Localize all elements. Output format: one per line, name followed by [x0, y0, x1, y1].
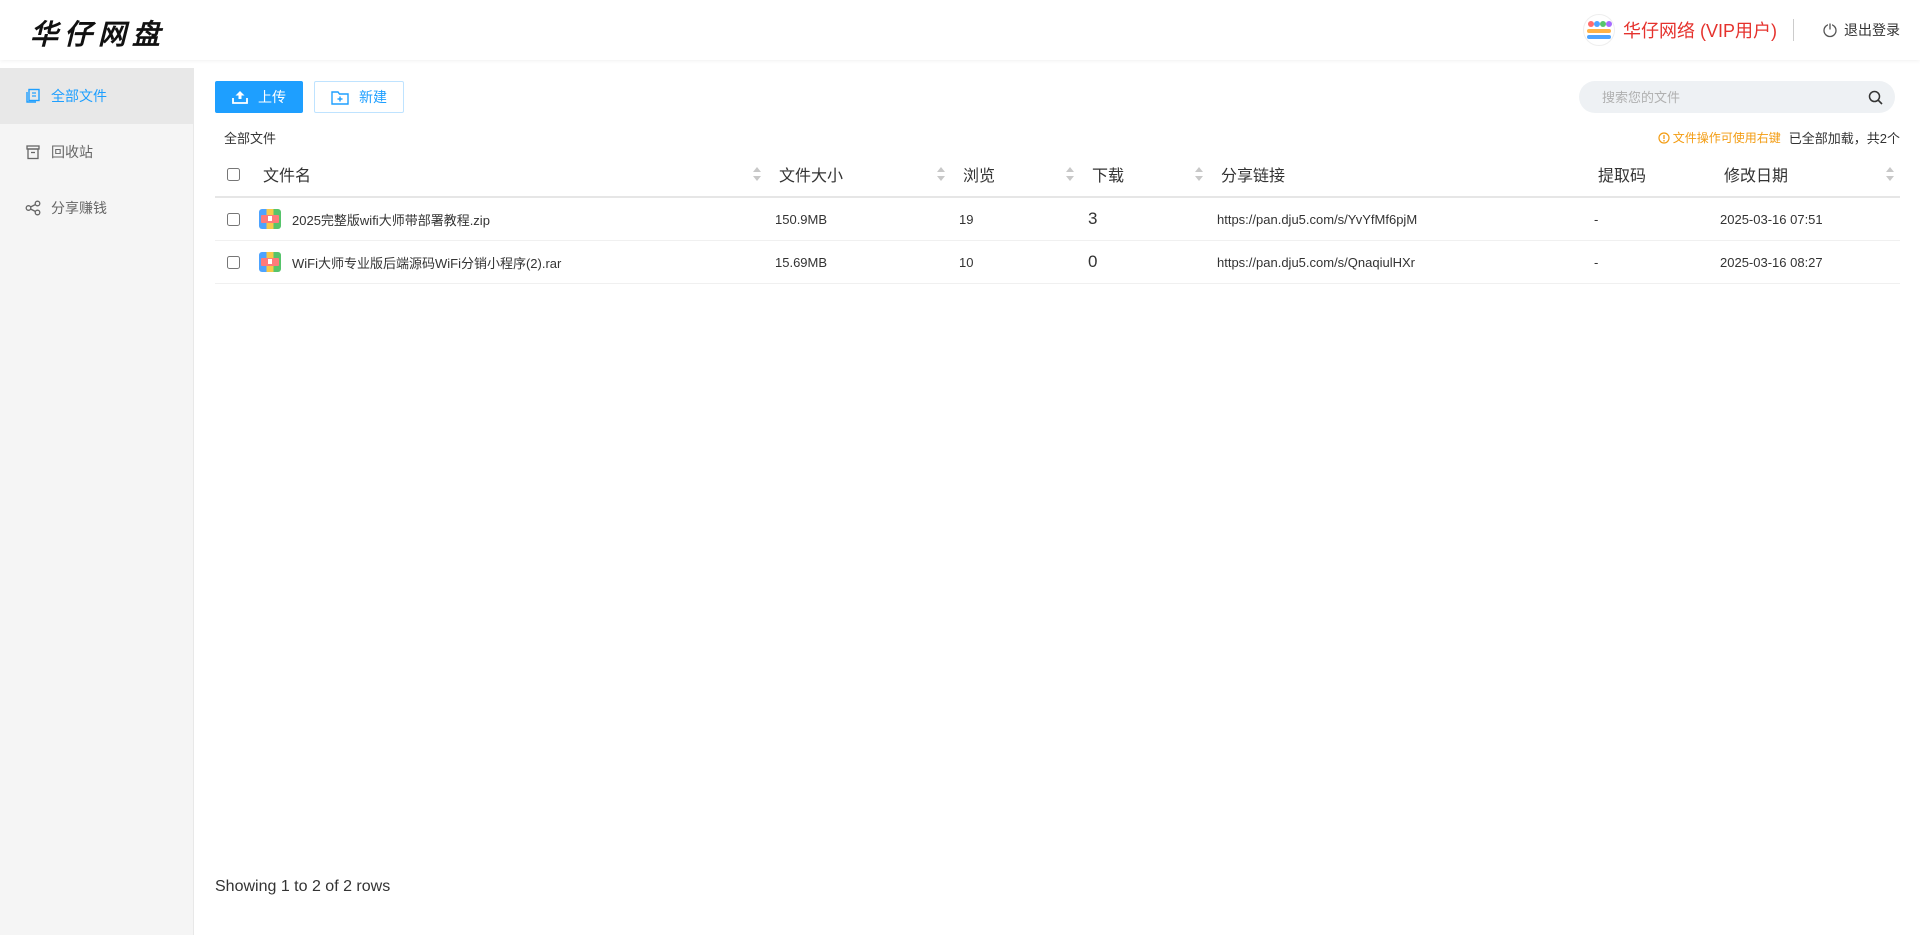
- sidebar-item-label: 回收站: [51, 144, 93, 160]
- upload-button[interactable]: 上传: [215, 81, 303, 113]
- view-count: 10: [959, 254, 974, 270]
- user-avatar[interactable]: [1582, 14, 1615, 46]
- right-click-tip: 文件操作可使用右键: [1658, 129, 1781, 146]
- table-header: 文件名 文件大小 浏览 下载 分享链接 提取码 修改日期: [215, 152, 1900, 198]
- username[interactable]: 华仔网络 (VIP用户): [1623, 17, 1777, 43]
- archive-file-icon: [259, 209, 281, 229]
- file-name[interactable]: WiFi大师专业版后端源码WiFi分销小程序(2).rar: [292, 253, 561, 272]
- modified-date: 2025-03-16 07:51: [1720, 211, 1823, 227]
- user-area: 华仔网络 (VIP用户) 退出登录: [1582, 14, 1900, 46]
- modified-date: 2025-03-16 08:27: [1720, 254, 1823, 270]
- breadcrumb[interactable]: 全部文件: [224, 128, 276, 147]
- column-header-code: 提取码: [1586, 152, 1712, 196]
- search-input[interactable]: [1579, 89, 1855, 105]
- sort-icon[interactable]: [1886, 167, 1894, 181]
- sort-icon[interactable]: [753, 167, 761, 181]
- files-icon: [26, 88, 40, 103]
- file-size: 150.9MB: [775, 211, 828, 227]
- column-header-date[interactable]: 修改日期: [1712, 152, 1900, 196]
- column-header-share-link: 分享链接: [1209, 152, 1586, 196]
- file-name[interactable]: 2025完整版wifi大师带部署教程.zip: [292, 210, 490, 229]
- main-content: 上传 新建 全部文件 文件操作可使用右键 已全部加载，共2个: [215, 68, 1900, 935]
- column-label: 下载: [1092, 168, 1125, 185]
- sidebar-item-recycle-bin[interactable]: 回收站: [0, 124, 193, 180]
- app-logo[interactable]: 华仔网盘: [30, 13, 166, 53]
- select-all-cell: [215, 152, 251, 196]
- upload-label: 上传: [258, 89, 286, 105]
- file-name-cell[interactable]: WiFi大师专业版后端源码WiFi分销小程序(2).rar: [251, 241, 767, 283]
- info-icon: [1658, 131, 1670, 144]
- table-row[interactable]: WiFi大师专业版后端源码WiFi分销小程序(2).rar 15.69MB 10…: [215, 241, 1900, 284]
- sort-icon[interactable]: [1066, 167, 1074, 181]
- sidebar: 全部文件 回收站 分享赚钱: [0, 68, 194, 935]
- sidebar-item-label: 全部文件: [51, 88, 107, 104]
- logout-button[interactable]: 退出登录: [1822, 20, 1900, 40]
- download-count: 3: [1088, 209, 1098, 228]
- table-row[interactable]: 2025完整版wifi大师带部署教程.zip 150.9MB 19 3 http…: [215, 198, 1900, 241]
- row-checkbox[interactable]: [226, 212, 240, 226]
- sort-icon[interactable]: [1195, 167, 1203, 181]
- power-icon: [1823, 23, 1837, 38]
- column-label: 修改日期: [1724, 168, 1789, 185]
- logout-label: 退出登录: [1844, 22, 1900, 38]
- top-header: 华仔网盘 华仔网络 (VIP用户) 退出登录: [0, 0, 1920, 60]
- list-hint: 文件操作可使用右键 已全部加载，共2个: [1658, 128, 1900, 147]
- row-check-cell: [215, 198, 251, 240]
- share-link[interactable]: https://pan.dju5.com/s/YvYfMf6pjM: [1209, 198, 1586, 240]
- column-header-downloads[interactable]: 下载: [1080, 152, 1209, 196]
- sidebar-item-label: 分享赚钱: [51, 200, 107, 216]
- share-icon: [25, 200, 41, 216]
- search-button[interactable]: [1855, 81, 1895, 113]
- file-size: 15.69MB: [775, 254, 828, 270]
- view-count: 19: [959, 211, 974, 227]
- file-count: 已全部加载，共2个: [1788, 131, 1900, 146]
- column-label: 分享链接: [1221, 168, 1286, 185]
- tip-text: 文件操作可使用右键: [1672, 131, 1781, 145]
- archive-file-icon: [259, 252, 281, 272]
- upload-icon: [232, 91, 248, 104]
- sidebar-item-share-earn[interactable]: 分享赚钱: [0, 180, 193, 236]
- sidebar-item-all-files[interactable]: 全部文件: [0, 68, 193, 124]
- new-folder-button[interactable]: 新建: [314, 81, 404, 113]
- search-icon: [1868, 90, 1883, 105]
- file-name-cell[interactable]: 2025完整版wifi大师带部署教程.zip: [251, 198, 767, 240]
- sort-icon[interactable]: [937, 167, 945, 181]
- select-all-checkbox[interactable]: [226, 167, 240, 181]
- column-header-size[interactable]: 文件大小: [767, 152, 951, 196]
- divider: [1793, 19, 1794, 41]
- new-folder-icon: [331, 90, 349, 105]
- column-label: 文件名: [263, 168, 312, 185]
- share-link[interactable]: https://pan.dju5.com/s/QnaqiulHXr: [1209, 241, 1586, 283]
- pagination-info: Showing 1 to 2 of 2 rows: [215, 878, 391, 895]
- column-label: 浏览: [963, 168, 996, 185]
- row-check-cell: [215, 241, 251, 283]
- column-header-name[interactable]: 文件名: [251, 152, 767, 196]
- trash-icon: [26, 145, 40, 160]
- row-checkbox[interactable]: [226, 255, 240, 269]
- download-count: 0: [1088, 252, 1098, 271]
- search-box: [1579, 81, 1895, 113]
- column-label: 文件大小: [779, 168, 844, 185]
- extract-code: -: [1594, 211, 1599, 227]
- new-label: 新建: [359, 89, 387, 105]
- file-table: 文件名 文件大小 浏览 下载 分享链接 提取码 修改日期 2025完整版wifi…: [215, 152, 1900, 284]
- column-header-views[interactable]: 浏览: [951, 152, 1080, 196]
- extract-code: -: [1594, 254, 1599, 270]
- column-label: 提取码: [1598, 168, 1647, 185]
